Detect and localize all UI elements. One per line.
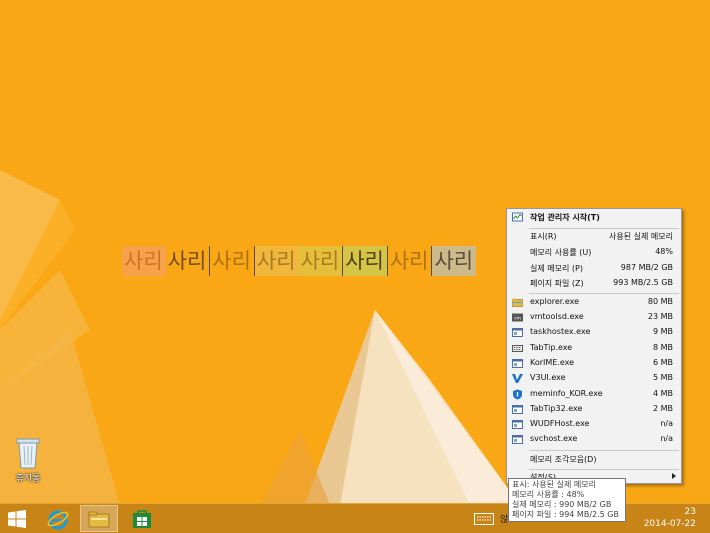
process-memory: 6 MB xyxy=(652,358,673,367)
process-name: TabTip.exe xyxy=(530,343,573,352)
process-name: KorIME.exe xyxy=(530,358,575,367)
menu-divider xyxy=(529,293,679,294)
windows-logo-icon xyxy=(8,509,26,528)
menu-item-task-manager[interactable]: 작업 관리자 시작(T) xyxy=(507,210,681,225)
menu-item-display[interactable]: 표시(R) 사용된 실제 메모리 xyxy=(507,229,681,244)
process-name: TabTip32.exe xyxy=(530,404,583,413)
process-memory: 5 MB xyxy=(652,373,673,382)
usage-value: 48% xyxy=(655,247,673,256)
physical-value: 987 MB/2 GB xyxy=(620,263,673,272)
process-row[interactable]: KorIME.exe 6 MB xyxy=(507,356,681,371)
recycle-bin[interactable]: 휴지통 xyxy=(6,436,50,484)
clock-date: 2014-07-22 xyxy=(643,519,696,529)
sari-text: 사리 xyxy=(210,246,255,276)
process-memory: 8 MB xyxy=(652,343,673,352)
process-row[interactable]: WUDFHost.exe n/a xyxy=(507,417,681,432)
process-name: taskhostex.exe xyxy=(530,327,591,336)
folder-icon xyxy=(88,511,110,527)
display-value: 사용된 실제 메모리 xyxy=(609,232,673,241)
process-name: V3UI.exe xyxy=(530,373,566,382)
process-row[interactable]: explorer.exe 80 MB xyxy=(507,295,681,310)
usage-label: 메모리 사용률 (U) xyxy=(530,248,592,257)
process-row[interactable]: svchost.exe n/a xyxy=(507,432,681,447)
start-button[interactable] xyxy=(0,505,34,532)
tooltip-line: 표시: 사용된 실제 메모리 xyxy=(512,480,596,489)
tooltip-line: 메모리 사용률 : 48% xyxy=(512,490,585,499)
process-row[interactable]: TabTip.exe 8 MB xyxy=(507,341,681,356)
display-label: 표시(R) xyxy=(530,232,557,241)
window-icon xyxy=(512,420,523,429)
process-name: svchost.exe xyxy=(530,434,578,443)
task-manager-label: 작업 관리자 시작(T) xyxy=(530,213,600,222)
process-name: meminfo_KOR.exe xyxy=(530,389,603,398)
sari-text: 사리 xyxy=(122,246,166,276)
store-icon xyxy=(133,509,151,528)
process-memory: 80 MB xyxy=(647,297,673,306)
physical-label: 실제 메모리 (P) xyxy=(530,264,583,273)
sari-text: 사리 xyxy=(343,246,388,276)
process-memory: 9 MB xyxy=(652,327,673,336)
tooltip-line: 페이지 파일 : 994 MB/2.5 GB xyxy=(512,510,619,519)
sari-text-row: 사리 사리 사리 사리 사리 사리 사리 사리 xyxy=(122,246,477,276)
task-manager-icon xyxy=(512,212,523,222)
process-row[interactable]: meminfo_KOR.exe 4 MB xyxy=(507,387,681,402)
window-icon xyxy=(512,328,523,337)
folder-icon xyxy=(512,298,523,307)
memory-tooltip: 표시: 사용된 실제 메모리 메모리 사용률 : 48% 실제 메모리 : 99… xyxy=(508,478,626,522)
process-name: vmtoolsd.exe xyxy=(530,312,584,321)
shield-icon xyxy=(513,389,522,400)
process-memory: n/a xyxy=(660,419,673,428)
sari-text: 사리 xyxy=(254,246,299,276)
menu-item-pagefile[interactable]: 페이지 파일 (Z) 993 MB/2.5 GB xyxy=(507,276,681,291)
recycle-bin-label: 휴지통 xyxy=(15,474,41,484)
submenu-arrow-icon xyxy=(672,473,676,479)
tooltip-line: 실제 메모리 : 990 MB/2 GB xyxy=(512,500,612,509)
internet-explorer-icon xyxy=(47,510,69,529)
clock[interactable]: 23 2014-07-22 xyxy=(644,506,696,530)
process-memory: 4 MB xyxy=(652,389,673,398)
keyboard-icon xyxy=(474,512,494,525)
process-memory: 2 MB xyxy=(652,404,673,413)
sari-text: 사리 xyxy=(388,246,433,276)
process-row[interactable]: vm vmtoolsd.exe 23 MB xyxy=(507,310,681,325)
menu-divider xyxy=(529,450,679,451)
process-row[interactable]: taskhostex.exe 9 MB xyxy=(507,325,681,340)
clock-time: 23 xyxy=(684,507,696,517)
window-icon xyxy=(512,435,523,444)
sari-text: 사리 xyxy=(298,246,344,276)
svg-text:vm: vm xyxy=(514,317,521,322)
process-memory: n/a xyxy=(660,434,673,443)
internet-explorer-button[interactable] xyxy=(40,505,76,532)
window-icon xyxy=(512,359,523,368)
vm-icon: vm xyxy=(512,313,523,322)
menu-item-physical[interactable]: 실제 메모리 (P) 987 MB/2 GB xyxy=(507,261,681,276)
window-icon xyxy=(512,405,523,414)
touch-keyboard-button[interactable] xyxy=(472,505,496,532)
pagefile-value: 993 MB/2.5 GB xyxy=(613,278,673,287)
process-name: explorer.exe xyxy=(530,297,580,306)
menu-item-usage[interactable]: 메모리 사용률 (U) 48% xyxy=(507,245,681,260)
memory-context-menu: 작업 관리자 시작(T) 표시(R) 사용된 실제 메모리 메모리 사용률 (U… xyxy=(506,208,682,484)
sari-text: 사리 xyxy=(166,246,211,276)
keyboard-icon xyxy=(512,345,523,352)
defrag-label: 메모리 조각모음(D) xyxy=(530,455,597,464)
menu-item-defrag[interactable]: 메모리 조각모음(D) xyxy=(507,452,681,467)
sari-text: 사리 xyxy=(432,246,477,276)
process-row[interactable]: TabTip32.exe 2 MB xyxy=(507,402,681,417)
process-name: WUDFHost.exe xyxy=(530,419,590,428)
recycle-bin-icon xyxy=(16,438,40,469)
process-row[interactable]: V3UI.exe 5 MB xyxy=(507,371,681,386)
process-memory: 23 MB xyxy=(647,312,673,321)
pagefile-label: 페이지 파일 (Z) xyxy=(530,279,584,288)
store-button[interactable] xyxy=(124,505,160,532)
v3-icon xyxy=(512,374,523,383)
file-explorer-button[interactable] xyxy=(80,505,118,532)
